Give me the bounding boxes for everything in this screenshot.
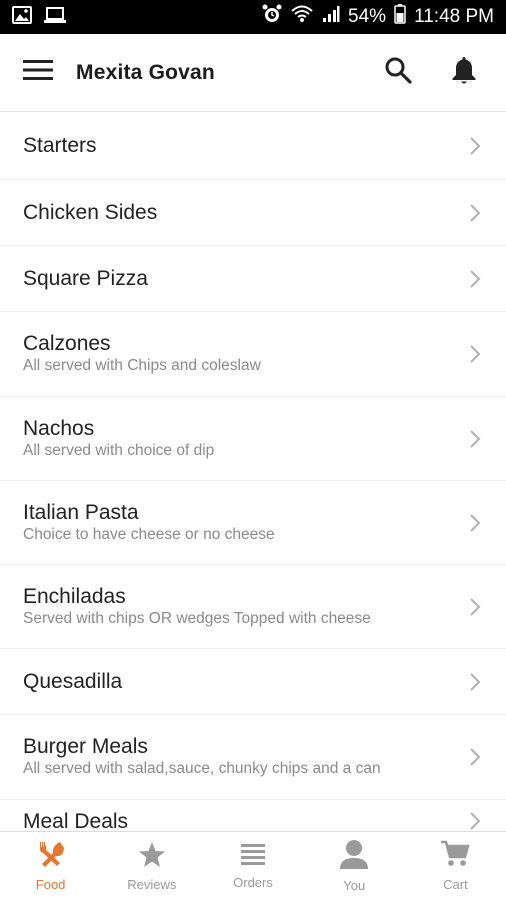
list-item[interactable]: Quesadilla <box>0 649 506 715</box>
star-icon <box>138 841 166 873</box>
category-subtitle: Served with chips OR wedges Topped with … <box>23 609 371 627</box>
nav-label: Reviews <box>127 876 177 892</box>
category-title: Chicken Sides <box>23 200 158 224</box>
list-item[interactable]: Meal Deals <box>0 800 506 831</box>
list-item[interactable]: Chicken Sides <box>0 180 506 246</box>
laptop-icon <box>44 6 66 29</box>
notifications-button[interactable] <box>438 47 490 99</box>
category-list: Starters Chicken Sides Square Pizza Calz… <box>0 113 506 831</box>
category-subtitle: All served with salad,sauce, chunky chip… <box>23 760 381 777</box>
category-title: Enchiladas <box>23 584 126 608</box>
nav-food[interactable]: Food <box>0 832 101 900</box>
bell-icon <box>451 55 477 90</box>
nav-label: You <box>343 878 366 893</box>
battery-icon <box>394 4 406 30</box>
nav-cart[interactable]: Cart <box>405 832 506 900</box>
list-item[interactable]: Italian Pasta Choice to have cheese or n… <box>0 481 506 565</box>
person-icon <box>339 839 369 874</box>
bottom-nav: Food Reviews Orders You Cart <box>0 831 506 900</box>
nav-label: Food <box>35 877 66 892</box>
category-subtitle: All served with Chips and coleslaw <box>23 357 261 374</box>
app-bar: Mexita Govan <box>0 34 506 112</box>
search-button[interactable] <box>372 47 424 99</box>
chevron-right-icon <box>464 746 486 768</box>
chevron-right-icon <box>464 810 486 831</box>
wifi-icon <box>290 4 314 30</box>
list-icon <box>240 842 266 871</box>
category-title: Nachos <box>23 416 95 440</box>
signal-icon <box>322 5 340 29</box>
chevron-right-icon <box>464 512 486 534</box>
nav-label: Orders <box>233 875 273 890</box>
alarm-icon <box>262 4 282 30</box>
category-title: Square Pizza <box>23 266 148 290</box>
list-item[interactable]: Burger Meals All served with salad,sauce… <box>0 715 506 800</box>
category-title: Starters <box>23 134 97 157</box>
chevron-right-icon <box>464 596 486 618</box>
list-item[interactable]: Enchiladas Served with chips OR wedges T… <box>0 565 506 649</box>
chevron-right-icon <box>464 268 486 290</box>
chevron-right-icon <box>464 428 486 450</box>
category-title: Meal Deals <box>23 810 129 831</box>
list-item[interactable]: Calzones All served with Chips and coles… <box>0 312 506 397</box>
search-icon <box>384 56 412 89</box>
list-item[interactable]: Square Pizza <box>0 246 506 312</box>
nav-you[interactable]: You <box>304 832 405 900</box>
battery-percent: 54% <box>348 6 387 27</box>
clock: 11:48 PM <box>414 6 494 27</box>
list-item[interactable]: Nachos All served with choice of dip <box>0 397 506 481</box>
list-item[interactable]: Starters <box>0 113 506 180</box>
nav-orders[interactable]: Orders <box>202 832 303 900</box>
fork-knife-icon <box>36 840 66 873</box>
menu-button[interactable] <box>0 34 76 112</box>
hamburger-icon <box>23 59 53 86</box>
chevron-right-icon <box>464 135 486 157</box>
category-title: Burger Meals <box>23 735 148 758</box>
category-title: Quesadilla <box>23 669 123 693</box>
category-subtitle: All served with choice of dip <box>23 441 215 459</box>
chevron-right-icon <box>464 671 486 693</box>
nav-label: Cart <box>443 877 468 892</box>
chevron-right-icon <box>464 343 486 365</box>
chevron-right-icon <box>464 202 486 224</box>
gallery-icon <box>12 5 32 29</box>
page-title: Mexita Govan <box>76 60 215 84</box>
category-subtitle: Choice to have cheese or no cheese <box>23 525 275 543</box>
cart-icon <box>440 840 471 873</box>
nav-reviews[interactable]: Reviews <box>101 832 202 900</box>
category-title: Calzones <box>23 332 111 355</box>
status-bar: 54% 11:48 PM <box>0 0 506 34</box>
category-title: Italian Pasta <box>23 500 139 524</box>
